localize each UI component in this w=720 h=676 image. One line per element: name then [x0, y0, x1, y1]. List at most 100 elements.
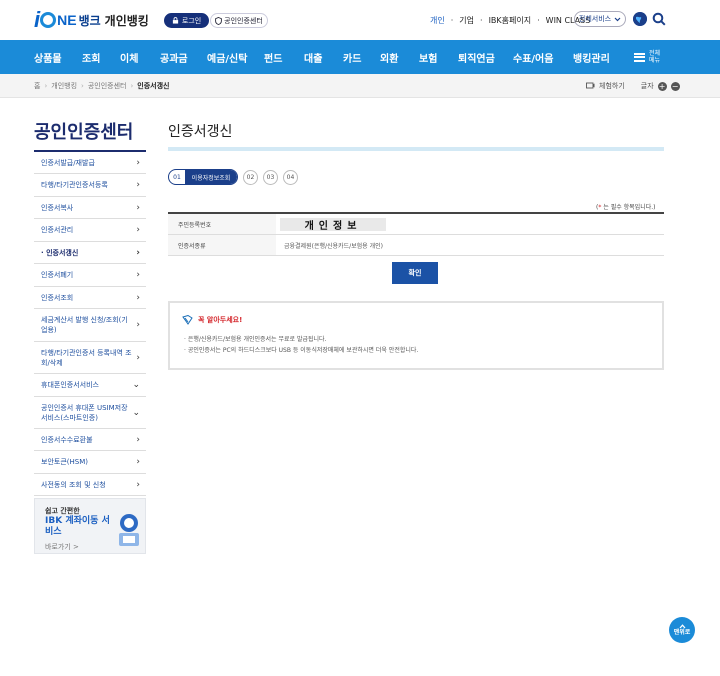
- form-row-cert-type: 인증서종류 금융결제원(은행/신용카드/보험용 개인): [168, 235, 664, 256]
- notice-title: 꼭 알아두세요!: [198, 316, 243, 324]
- sidebar-item-issue[interactable]: 인증서발급/재발급 ›: [34, 152, 146, 174]
- user-info-form: 주민등록번호 개인정보 인증서종류 금융결제원(은행/신용카드/보험용 개인): [168, 212, 664, 256]
- step-indicator: 01 이용자정보조회 02 03 04: [168, 169, 303, 185]
- breadcrumb-bar: 홈 › 개인뱅킹 › 공인인증센터 › 인증서갱신 체험하기 글자 + −: [0, 74, 720, 98]
- sidebar-title: 공인인증센터: [34, 122, 134, 143]
- sidebar-item-tax-invoice[interactable]: 세금계산서 발행 신청/조회(기업용) ›: [34, 309, 146, 342]
- logo-i-glyph: i: [34, 7, 40, 32]
- sidebar-menu: 인증서발급/재발급 › 타행/타기관인증서등록 › 인증서복사 › 인증서관리 › · …: [34, 150, 146, 496]
- top-link-homepage[interactable]: IBK홈페이지: [489, 15, 532, 26]
- font-decrease-icon[interactable]: −: [670, 81, 680, 91]
- required-note-text: 는 필수 항목입니다.: [603, 204, 654, 211]
- step-4: 04: [283, 169, 298, 185]
- lock-icon: [172, 17, 178, 24]
- sidebar-item-copy[interactable]: 인증서복사 ›: [34, 197, 146, 219]
- top-bar: i NE 뱅크 개인뱅킹 로그인 공인인증센터 개인 · 기업 · IBK홈페이…: [0, 0, 720, 40]
- chevron-right-icon: ›: [136, 457, 140, 467]
- font-size-label: 글자: [640, 82, 654, 90]
- sidebar-item-label: · 인증서갱신: [41, 248, 79, 257]
- nav-item-check[interactable]: 수표/어음: [513, 40, 553, 74]
- sidebar-item-label: 인증서발급/재발급: [41, 158, 95, 167]
- sidebar-item-renew[interactable]: · 인증서갱신 ›: [34, 242, 146, 264]
- notice-item: 은행/신용카드/보험용 개인인증서는 무료로 발급됩니다.: [184, 334, 418, 345]
- sidebar-item-usim[interactable]: 공인인증서 휴대폰 USIM저장 서비스(스마트인증) ⌄: [34, 397, 146, 429]
- top-link-sep: ·: [537, 15, 540, 25]
- top-link-personal[interactable]: 개인: [430, 15, 445, 26]
- all-services-dropdown[interactable]: 전체서비스: [574, 11, 626, 27]
- chevron-right-icon: ›: [136, 157, 140, 168]
- step-current-number: 01: [173, 173, 181, 181]
- banner-line3: 바로가기 >: [45, 543, 79, 551]
- account-switch-banner[interactable]: 쉽고 간편한 IBK 계좌이동 서비스 바로가기 >: [34, 498, 146, 554]
- nav-item-forex[interactable]: 외환: [380, 40, 398, 74]
- breadcrumb-cert-center[interactable]: 공인인증센터: [88, 81, 127, 91]
- chevron-right-icon: ›: [136, 434, 140, 445]
- nav-item-inquiry[interactable]: 조회: [82, 40, 100, 74]
- banner-illustration-icon: [119, 514, 139, 546]
- breadcrumb-personal[interactable]: 개인뱅킹: [51, 81, 77, 91]
- nav-item-deposit[interactable]: 예금/신탁: [207, 40, 247, 74]
- chevron-right-icon: ›: [136, 320, 140, 330]
- chevron-down-icon: ⌄: [132, 380, 140, 390]
- sidebar-item-other-register[interactable]: 타행/타기관인증서등록 ›: [34, 174, 146, 197]
- sidebar-item-manage[interactable]: 인증서관리 ›: [34, 219, 146, 242]
- chevron-right-icon: ›: [136, 479, 140, 490]
- sidebar-item-label: 인증서복사: [41, 203, 74, 212]
- sidebar-item-mobile-cert[interactable]: 휴대폰인증서서비스 ⌄: [34, 374, 146, 397]
- hamburger-icon: [634, 52, 645, 62]
- chevron-right-icon: ›: [136, 270, 140, 280]
- search-icon[interactable]: [652, 12, 666, 26]
- sidebar-item-revoke[interactable]: 인증서폐기 ›: [34, 264, 146, 287]
- sidebar-item-hsm[interactable]: 보안토큰(HSM) ›: [34, 451, 146, 474]
- confirm-button[interactable]: 확인: [392, 262, 438, 284]
- nav-item-transfer[interactable]: 이체: [120, 40, 138, 74]
- cert-center-label: 공인인증센터: [224, 16, 263, 25]
- sidebar-item-consent[interactable]: 사전동의 조회 및 신청 ›: [34, 474, 146, 496]
- title-underline: [168, 147, 664, 151]
- scroll-top-button[interactable]: 맨위로: [669, 617, 695, 643]
- chevron-right-icon: ›: [136, 352, 140, 363]
- nav-item-shop[interactable]: 상품몰: [34, 40, 62, 74]
- step-2: 02: [243, 169, 258, 185]
- form-label-cert-type: 인증서종류: [168, 235, 276, 255]
- sidebar-item-label: 세금계산서 발행 신청/조회(기업용): [41, 316, 128, 334]
- all-menu-button[interactable]: 전체메뉴: [634, 40, 661, 74]
- sidebar-item-other-history[interactable]: 타행/타기관인증서 등록내역 조회/삭제 ›: [34, 342, 146, 374]
- sidebar-item-lookup[interactable]: 인증서조회 ›: [34, 287, 146, 309]
- breadcrumb-sep-icon: ›: [130, 82, 134, 90]
- login-button[interactable]: 로그인: [164, 13, 209, 28]
- nav-item-loan[interactable]: 대출: [304, 40, 322, 74]
- all-menu-label: 전체메뉴: [649, 50, 661, 64]
- nav-item-utility[interactable]: 공과금: [160, 40, 188, 74]
- breadcrumb-home[interactable]: 홈: [34, 81, 40, 91]
- banner-line1: 쉽고 간편한: [45, 507, 80, 515]
- sidebar-item-label: 인증서조회: [41, 293, 74, 302]
- top-link-sep: ·: [450, 15, 454, 25]
- chevron-right-icon: ›: [136, 202, 140, 213]
- logo-ne-glyph: NE: [57, 12, 77, 28]
- breadcrumb-sep-icon: ›: [81, 82, 84, 90]
- nav-item-fund[interactable]: 펀드: [264, 40, 282, 74]
- experience-link[interactable]: 체험하기: [599, 81, 625, 91]
- resident-number-masked: 개인정보: [280, 217, 386, 232]
- nav-item-banking-mgmt[interactable]: 뱅킹관리: [573, 40, 610, 74]
- globe-icon[interactable]: [633, 12, 647, 26]
- required-star: *: [598, 204, 602, 211]
- sidebar-item-label: 휴대폰인증서서비스: [41, 381, 99, 389]
- nav-item-card[interactable]: 카드: [343, 40, 361, 74]
- sidebar-item-label: 공인인증서 휴대폰 USIM저장 서비스(스마트인증): [41, 403, 128, 422]
- nav-item-insurance[interactable]: 보험: [419, 40, 437, 74]
- top-links: 개인 · 기업 · IBK홈페이지 · WIN CLASS: [430, 13, 596, 27]
- font-increase-icon[interactable]: +: [657, 81, 667, 91]
- cert-center-button[interactable]: 공인인증센터: [210, 13, 268, 28]
- sidebar-item-label: 인증서관리: [41, 226, 74, 234]
- top-link-corporate[interactable]: 기업: [459, 15, 474, 26]
- nav-item-pension[interactable]: 퇴직연금: [458, 40, 495, 74]
- ibk-logo[interactable]: i NE 뱅크 개인뱅킹: [34, 7, 149, 32]
- chevron-right-icon: ›: [136, 180, 140, 190]
- sidebar-item-label: 타행/타기관인증서 등록내역 조회/삭제: [41, 348, 132, 367]
- step-current: 01 이용자정보조회: [168, 169, 238, 185]
- sidebar-item-refund[interactable]: 인증서수수료환불 ›: [34, 429, 146, 451]
- chevron-right-icon: ›: [136, 247, 140, 258]
- breadcrumb-sep-icon: ›: [44, 82, 48, 90]
